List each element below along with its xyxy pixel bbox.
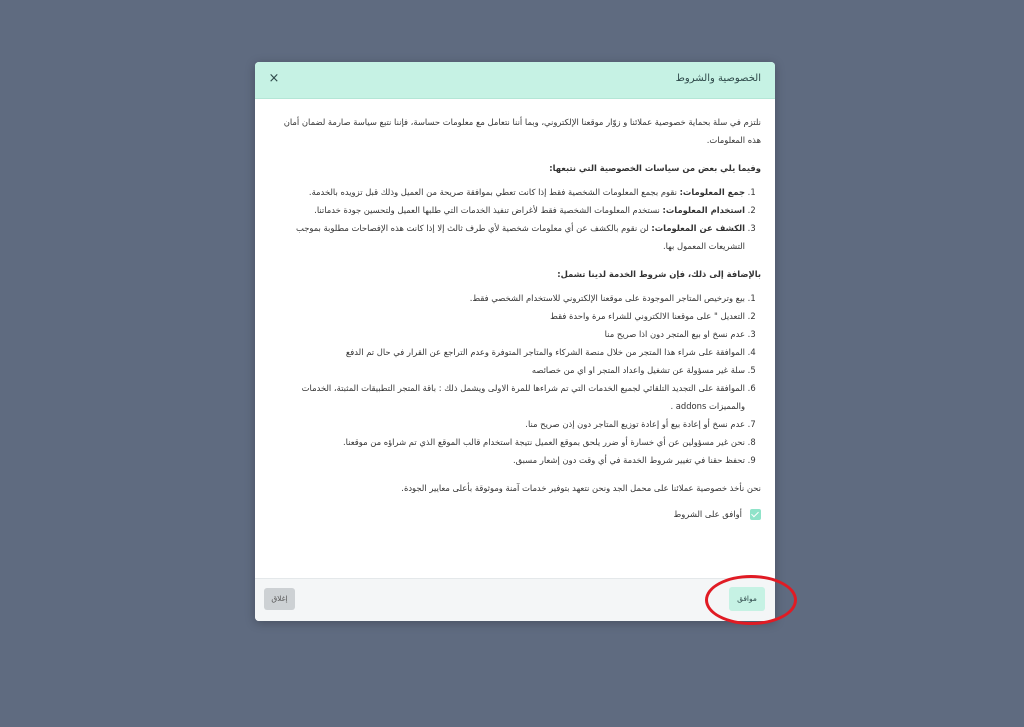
item-text: نقوم بجمع المعلومات الشخصية فقط إذا كانت… (308, 187, 680, 197)
list-item: استخدام المعلومات: نستخدم المعلومات الشخ… (271, 201, 745, 219)
agree-label[interactable]: أوافق على الشروط (673, 505, 742, 523)
modal-footer: إغلاق موافق (255, 578, 775, 621)
agree-checkbox[interactable] (750, 508, 761, 520)
list-item: الموافقة على شراء هذا المتجر من خلال منص… (271, 343, 745, 361)
item-heading: استخدام المعلومات: (662, 205, 745, 215)
item-heading: الكشف عن المعلومات: (651, 223, 745, 233)
list-item: التعديل " على موقعنا الالكتروني للشراء م… (271, 307, 745, 325)
modal-title: الخصوصية والشروط (675, 73, 761, 84)
list-item: نحن غير مسؤولين عن أي خسارة أو ضرر يلحق … (271, 433, 745, 451)
agree-button[interactable]: موافق (729, 587, 765, 611)
item-heading: جمع المعلومات: (679, 187, 745, 197)
privacy-title: وفيما يلي بعض من سياسات الخصوصية التي نت… (549, 163, 761, 173)
list-item: تحفظ حقنا في تغيير شروط الخدمة في أي وقت… (271, 451, 745, 469)
list-item: بيع وترخيص المتاجر الموجودة على موقعنا ا… (271, 289, 745, 307)
list-item: عدم نسخ او بيع المتجر دون اذا صريح منا (271, 325, 745, 343)
privacy-list: جمع المعلومات: نقوم بجمع المعلومات الشخص… (271, 183, 761, 255)
list-item: سلة غير مسؤولة عن تشغيل واعداد المتجر او… (271, 361, 745, 379)
item-text: نستخدم المعلومات الشخصية فقط لأغراض تنفي… (314, 205, 663, 215)
closing-text: نحن نأخذ خصوصية عملائنا على محمل الجد ون… (401, 483, 761, 493)
intro-text: نلتزم في سلة بحماية خصوصية عملائنا و زوّ… (283, 117, 761, 145)
close-button[interactable]: إغلاق (264, 588, 295, 610)
terms-modal: الخصوصية والشروط × نلتزم في سلة بحماية خ… (255, 62, 775, 621)
terms-list: بيع وترخيص المتاجر الموجودة على موقعنا ا… (271, 289, 761, 469)
close-icon[interactable]: × (267, 71, 281, 87)
terms-title: بالإضافة إلى ذلك، فإن شروط الخدمة لدينا … (557, 269, 761, 279)
list-item: جمع المعلومات: نقوم بجمع المعلومات الشخص… (271, 183, 745, 201)
modal-body: نلتزم في سلة بحماية خصوصية عملائنا و زوّ… (255, 99, 775, 579)
agree-row: أوافق على الشروط (271, 505, 761, 523)
list-item: عدم نسخ أو إعادة بيع أو إعادة توزيع المت… (271, 415, 745, 433)
list-item: الموافقة على التجديد التلقائي لجميع الخد… (271, 379, 745, 415)
list-item: الكشف عن المعلومات: لن نقوم بالكشف عن أي… (271, 219, 745, 255)
modal-header: الخصوصية والشروط × (255, 62, 775, 99)
